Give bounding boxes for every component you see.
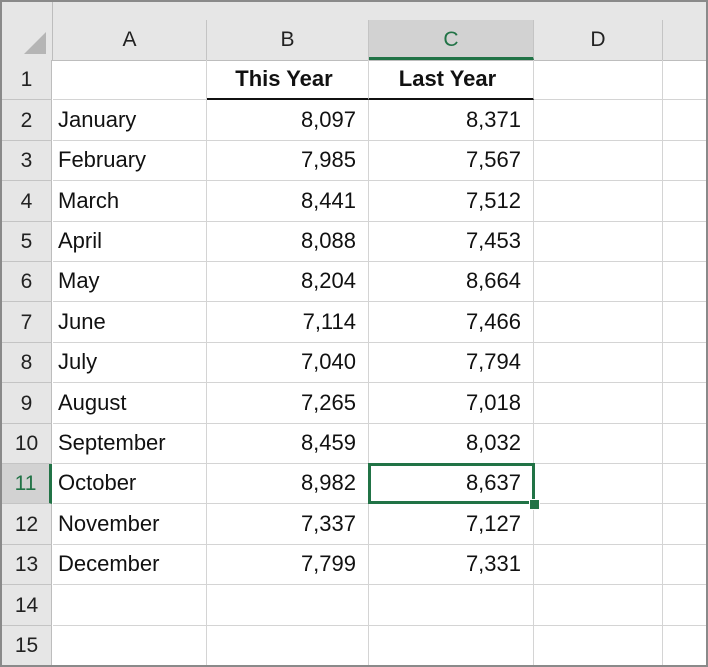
- row-header-10[interactable]: 10: [2, 424, 52, 464]
- column-header-e[interactable]: [663, 20, 706, 60]
- cell-b7[interactable]: 7,114: [207, 302, 369, 343]
- cell-a15[interactable]: [53, 626, 207, 665]
- cell-a4[interactable]: March: [53, 181, 207, 222]
- cell-e1[interactable]: [663, 60, 706, 100]
- cell-e12[interactable]: [663, 504, 706, 545]
- cell-a2[interactable]: January: [53, 100, 207, 141]
- cell-b10[interactable]: 8,459: [207, 424, 369, 464]
- select-all-triangle-icon: [24, 32, 46, 54]
- row-header-8[interactable]: 8: [2, 343, 52, 383]
- cell-a9[interactable]: August: [53, 383, 207, 424]
- spreadsheet-grid: ABCD 1 This Year Last Year 2 January 8,097 8,3…: [0, 0, 708, 667]
- cell-b6[interactable]: 8,204: [207, 262, 369, 302]
- cell-c1[interactable]: Last Year: [369, 60, 534, 100]
- cell-a5[interactable]: April: [53, 222, 207, 262]
- cell-c12[interactable]: 7,127: [369, 504, 534, 545]
- cell-e14[interactable]: [663, 585, 706, 626]
- select-all-button[interactable]: [2, 2, 53, 60]
- cell-d13[interactable]: [534, 545, 663, 585]
- cell-b15[interactable]: [207, 626, 369, 665]
- cell-b13[interactable]: 7,799: [207, 545, 369, 585]
- cell-c7[interactable]: 7,466: [369, 302, 534, 343]
- cell-c8[interactable]: 7,794: [369, 343, 534, 383]
- cell-d6[interactable]: [534, 262, 663, 302]
- cell-d1[interactable]: [534, 60, 663, 100]
- cell-d15[interactable]: [534, 626, 663, 665]
- row-header-14[interactable]: 14: [2, 585, 52, 626]
- cell-e5[interactable]: [663, 222, 706, 262]
- cell-e7[interactable]: [663, 302, 706, 343]
- fill-handle[interactable]: [529, 499, 540, 510]
- cell-c5[interactable]: 7,453: [369, 222, 534, 262]
- cell-d7[interactable]: [534, 302, 663, 343]
- column-header-c[interactable]: C: [369, 20, 534, 60]
- cell-c3[interactable]: 7,567: [369, 141, 534, 181]
- cell-d14[interactable]: [534, 585, 663, 626]
- cell-b3[interactable]: 7,985: [207, 141, 369, 181]
- cell-c2[interactable]: 8,371: [369, 100, 534, 141]
- row-header-12[interactable]: 12: [2, 504, 52, 545]
- cell-c15[interactable]: [369, 626, 534, 665]
- cell-d4[interactable]: [534, 181, 663, 222]
- cell-e6[interactable]: [663, 262, 706, 302]
- cell-b9[interactable]: 7,265: [207, 383, 369, 424]
- cell-a10[interactable]: September: [53, 424, 207, 464]
- column-header-d[interactable]: D: [534, 20, 663, 60]
- cell-e11[interactable]: [663, 464, 706, 504]
- cell-b8[interactable]: 7,040: [207, 343, 369, 383]
- cell-e2[interactable]: [663, 100, 706, 141]
- cell-a7[interactable]: June: [53, 302, 207, 343]
- cell-e4[interactable]: [663, 181, 706, 222]
- cell-b2[interactable]: 8,097: [207, 100, 369, 141]
- cell-c4[interactable]: 7,512: [369, 181, 534, 222]
- row-header-9[interactable]: 9: [2, 383, 52, 424]
- cell-b11[interactable]: 8,982: [207, 464, 369, 504]
- cell-a12[interactable]: November: [53, 504, 207, 545]
- cell-c9[interactable]: 7,018: [369, 383, 534, 424]
- cell-b5[interactable]: 8,088: [207, 222, 369, 262]
- cell-a6[interactable]: May: [53, 262, 207, 302]
- cell-c11[interactable]: 8,637: [369, 464, 534, 504]
- cell-e13[interactable]: [663, 545, 706, 585]
- cell-d5[interactable]: [534, 222, 663, 262]
- cell-d8[interactable]: [534, 343, 663, 383]
- cell-d10[interactable]: [534, 424, 663, 464]
- row-header-3[interactable]: 3: [2, 141, 52, 181]
- cell-a3[interactable]: February: [53, 141, 207, 181]
- cell-c13[interactable]: 7,331: [369, 545, 534, 585]
- cell-e3[interactable]: [663, 141, 706, 181]
- cell-b4[interactable]: 8,441: [207, 181, 369, 222]
- row-header-1[interactable]: 1: [2, 60, 52, 100]
- cell-a14[interactable]: [53, 585, 207, 626]
- row-header-13[interactable]: 13: [2, 545, 52, 585]
- cell-e10[interactable]: [663, 424, 706, 464]
- cell-d9[interactable]: [534, 383, 663, 424]
- cell-e9[interactable]: [663, 383, 706, 424]
- row-header-6[interactable]: 6: [2, 262, 52, 302]
- cell-b12[interactable]: 7,337: [207, 504, 369, 545]
- cell-d2[interactable]: [534, 100, 663, 141]
- cell-d11[interactable]: [534, 464, 663, 504]
- cell-d3[interactable]: [534, 141, 663, 181]
- row-header-11[interactable]: 11: [2, 464, 52, 504]
- row-header-7[interactable]: 7: [2, 302, 52, 343]
- cell-a1[interactable]: [53, 60, 207, 100]
- cell-e8[interactable]: [663, 343, 706, 383]
- cell-a8[interactable]: July: [53, 343, 207, 383]
- row-header-5[interactable]: 5: [2, 222, 52, 262]
- column-header-b[interactable]: B: [207, 20, 369, 60]
- row-header-15[interactable]: 15: [2, 626, 52, 665]
- cell-c6[interactable]: 8,664: [369, 262, 534, 302]
- cell-b14[interactable]: [207, 585, 369, 626]
- cell-c14[interactable]: [369, 585, 534, 626]
- column-header-a[interactable]: A: [53, 20, 207, 60]
- cell-d12[interactable]: [534, 504, 663, 545]
- row-header-4[interactable]: 4: [2, 181, 52, 222]
- cell-a11[interactable]: October: [53, 464, 207, 504]
- cell-b1[interactable]: This Year: [207, 60, 369, 100]
- row-header-2[interactable]: 2: [2, 100, 52, 141]
- cell-c10[interactable]: 8,032: [369, 424, 534, 464]
- cell-a13[interactable]: December: [53, 545, 207, 585]
- cell-e15[interactable]: [663, 626, 706, 665]
